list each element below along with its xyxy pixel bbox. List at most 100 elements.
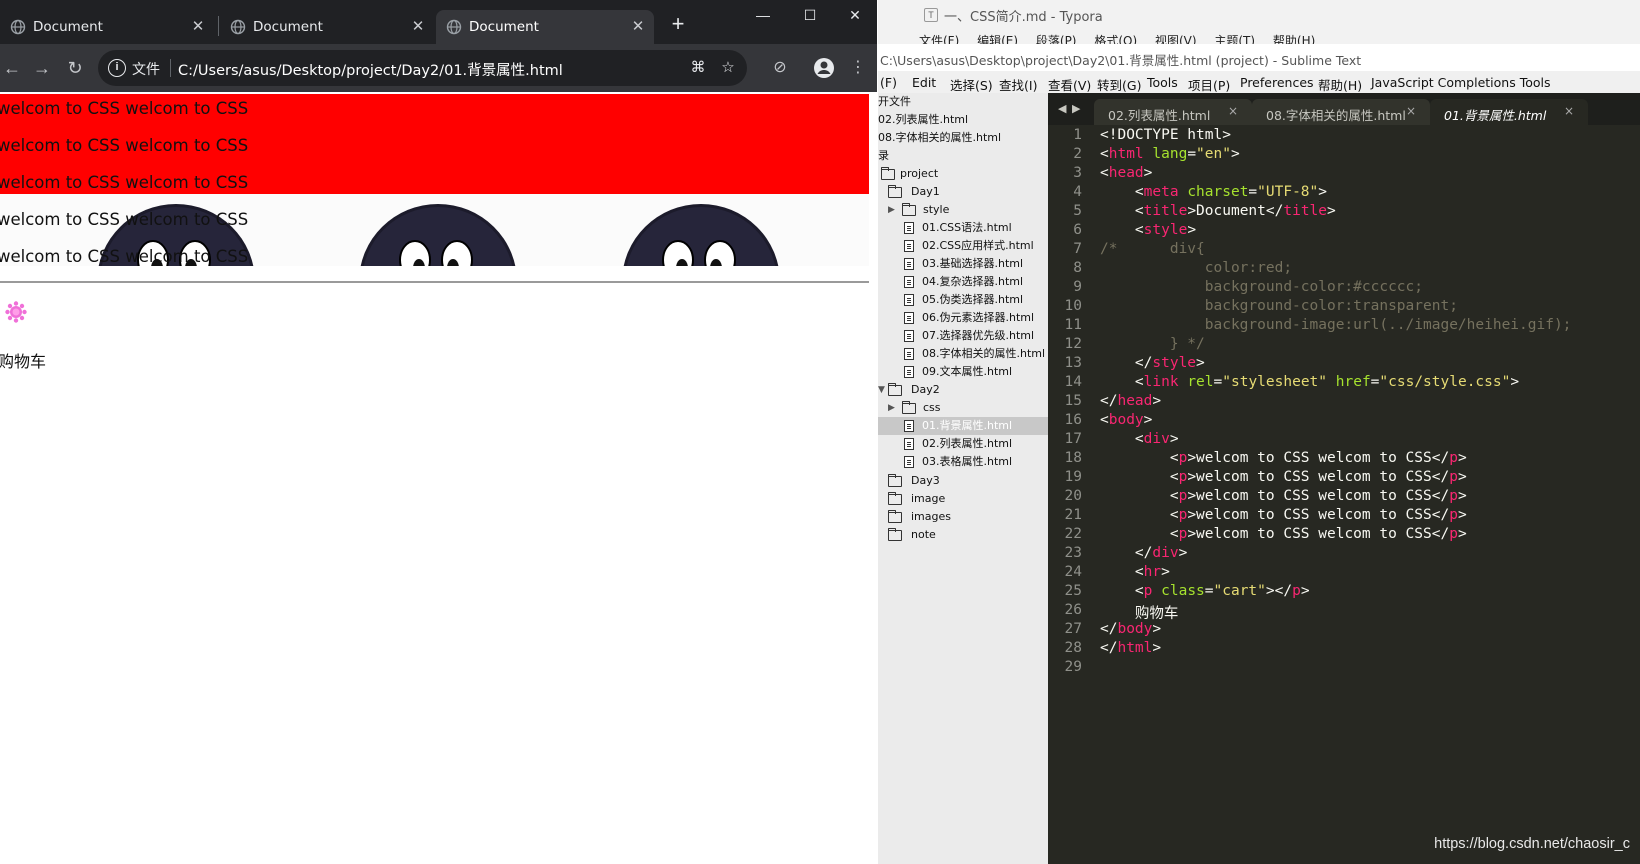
collapse-arrow-icon[interactable]: ▼ — [878, 381, 885, 399]
folder-note[interactable]: note — [878, 526, 1048, 544]
folder-day2[interactable]: ▼ Day2 — [878, 381, 1048, 399]
menu-tools[interactable]: Tools — [1147, 75, 1178, 90]
translate-icon[interactable]: ⌘ — [688, 58, 708, 78]
folder-day1[interactable]: Day1 — [878, 183, 1048, 201]
back-arrow-icon[interactable]: ← — [0, 56, 24, 80]
line-number: 12 — [1064, 336, 1082, 352]
folder-day2-css[interactable]: ▶ css — [878, 399, 1048, 417]
menu-selection[interactable]: 选择(S) — [950, 75, 993, 94]
address-bar[interactable]: i 文件 C:/Users/asus/Desktop/project/Day2/… — [98, 50, 747, 86]
file-item-selected[interactable]: 01.背景属性.html — [878, 417, 1048, 435]
close-window-button[interactable]: ✕ — [840, 4, 870, 26]
file-item[interactable]: 05.伪类选择器.html — [878, 291, 1048, 309]
file-item[interactable]: 03.基础选择器.html — [878, 255, 1048, 273]
typora-window-titlebar[interactable]: T 一、CSS简介.md - Typora 文件(F) 编辑(E) 段落(P) … — [878, 0, 1640, 44]
paragraph: welcom to CSS welcom to CSS — [0, 136, 249, 155]
code-line-comment: color:red; — [1100, 260, 1293, 276]
folder-image[interactable]: image — [878, 490, 1048, 508]
close-icon[interactable]: × — [1228, 104, 1238, 118]
url-text[interactable]: C:/Users/asus/Desktop/project/Day2/01.背景… — [178, 59, 563, 80]
code-line: <div> — [1100, 431, 1179, 447]
file-icon — [904, 222, 914, 234]
star-bookmark-icon[interactable]: ☆ — [718, 58, 738, 78]
code-line: <title>Document</title> — [1100, 203, 1336, 219]
line-number: 21 — [1064, 507, 1082, 523]
new-tab-button[interactable]: + — [666, 12, 690, 36]
typora-menu-item[interactable]: 编辑(E) — [977, 34, 1018, 44]
menu-project[interactable]: 项目(P) — [1188, 75, 1230, 94]
typora-menu-item[interactable]: 文件(F) — [919, 34, 959, 44]
tab-document-2[interactable]: Document ✕ — [220, 10, 430, 44]
line-number: 2 — [1073, 146, 1082, 162]
file-item[interactable]: 06.伪元素选择器.html — [878, 309, 1048, 327]
kebab-menu-icon[interactable]: ⋮ — [846, 56, 870, 80]
globe-icon — [230, 19, 246, 35]
file-item[interactable]: 02.CSS应用样式.html — [878, 237, 1048, 255]
typora-menu-item[interactable]: 格式(O) — [1094, 34, 1137, 44]
menu-edit[interactable]: Edit — [912, 75, 936, 90]
info-icon[interactable]: i — [108, 59, 126, 77]
close-icon[interactable]: × — [1406, 104, 1416, 118]
close-tab-icon[interactable]: ✕ — [410, 17, 426, 35]
line-number: 8 — [1073, 260, 1082, 276]
folder-project[interactable]: project — [878, 165, 1048, 183]
code-editor[interactable]: ◀ ▶ 02.列表属性.html × 08.字体相关的属性.html × 01.… — [1048, 93, 1640, 864]
tab-scroll-left-icon[interactable]: ◀ — [1058, 102, 1066, 115]
line-number: 11 — [1064, 317, 1082, 333]
line-number: 24 — [1064, 564, 1082, 580]
editor-tab[interactable]: 08.字体相关的属性.html × — [1252, 99, 1430, 125]
folder-images[interactable]: images — [878, 508, 1048, 526]
folder-day1-style[interactable]: ▶ style — [878, 201, 1048, 219]
line-number: 17 — [1064, 431, 1082, 447]
code-line: </html> — [1100, 640, 1162, 656]
menu-view[interactable]: 查看(V) — [1048, 75, 1091, 94]
file-item[interactable]: 07.选择器优先级.html — [878, 327, 1048, 345]
menu-help[interactable]: 帮助(H) — [1318, 75, 1362, 94]
code-line: <head> — [1100, 165, 1153, 181]
open-file-item[interactable]: 02.列表属性.html — [878, 111, 1048, 129]
line-number: 15 — [1064, 393, 1082, 409]
file-item[interactable]: 04.复杂选择器.html — [878, 273, 1048, 291]
typora-menubar: 文件(F) 编辑(E) 段落(P) 格式(O) 视图(V) 主题(T) 帮助(H… — [919, 32, 1329, 44]
sync-paused-icon[interactable]: ⊘ — [768, 56, 792, 80]
file-item[interactable]: 02.列表属性.html — [878, 435, 1048, 453]
close-tab-icon[interactable]: ✕ — [630, 17, 646, 35]
editor-tab[interactable]: 02.列表属性.html × — [1094, 99, 1252, 125]
menu-goto[interactable]: 转到(G) — [1097, 75, 1141, 94]
forward-arrow-icon[interactable]: → — [30, 56, 54, 80]
line-number: 14 — [1064, 374, 1082, 390]
tab-document-1[interactable]: Document ✕ — [0, 10, 210, 44]
minimize-button[interactable]: — — [748, 4, 778, 26]
file-item[interactable]: 03.表格属性.html — [878, 453, 1048, 471]
tab-scroll-right-icon[interactable]: ▶ — [1072, 102, 1080, 115]
close-tab-icon[interactable]: ✕ — [190, 17, 206, 35]
menu-file[interactable]: (F) — [880, 75, 897, 90]
folder-day3[interactable]: Day3 — [878, 472, 1048, 490]
reload-icon[interactable]: ↻ — [63, 56, 87, 80]
expand-arrow-icon[interactable]: ▶ — [888, 201, 895, 219]
line-number: 25 — [1064, 583, 1082, 599]
typora-menu-item[interactable]: 视图(V) — [1155, 34, 1197, 44]
typora-menu-item[interactable]: 帮助(H) — [1273, 34, 1315, 44]
menu-find[interactable]: 查找(I) — [999, 75, 1037, 94]
expand-arrow-icon[interactable]: ▶ — [888, 399, 895, 417]
line-number: 23 — [1064, 545, 1082, 561]
menu-preferences[interactable]: Preferences — [1240, 75, 1314, 90]
profile-avatar-icon[interactable] — [812, 56, 836, 80]
file-item[interactable]: 09.文本属性.html — [878, 363, 1048, 381]
tab-document-3-active[interactable]: Document ✕ — [436, 10, 654, 44]
file-item[interactable]: 08.字体相关的属性.html — [878, 345, 1048, 363]
typora-menu-item[interactable]: 段落(P) — [1036, 34, 1077, 44]
line-number: 26 — [1064, 602, 1082, 618]
editor-tab-active[interactable]: 01.背景属性.html × — [1430, 99, 1588, 125]
file-item[interactable]: 01.CSS语法.html — [878, 219, 1048, 237]
open-file-item[interactable]: 08.字体相关的属性.html — [878, 129, 1048, 147]
tab-title: Document — [33, 19, 103, 35]
typora-menu-item[interactable]: 主题(T) — [1214, 34, 1255, 44]
file-icon — [904, 420, 914, 432]
code-line: <p class="cart"></p> — [1100, 583, 1310, 599]
folder-icon — [902, 203, 916, 216]
maximize-button[interactable]: ☐ — [795, 4, 825, 26]
close-icon[interactable]: × — [1564, 104, 1574, 118]
menu-js-completions[interactable]: JavaScript Completions Tools — [1371, 75, 1551, 90]
